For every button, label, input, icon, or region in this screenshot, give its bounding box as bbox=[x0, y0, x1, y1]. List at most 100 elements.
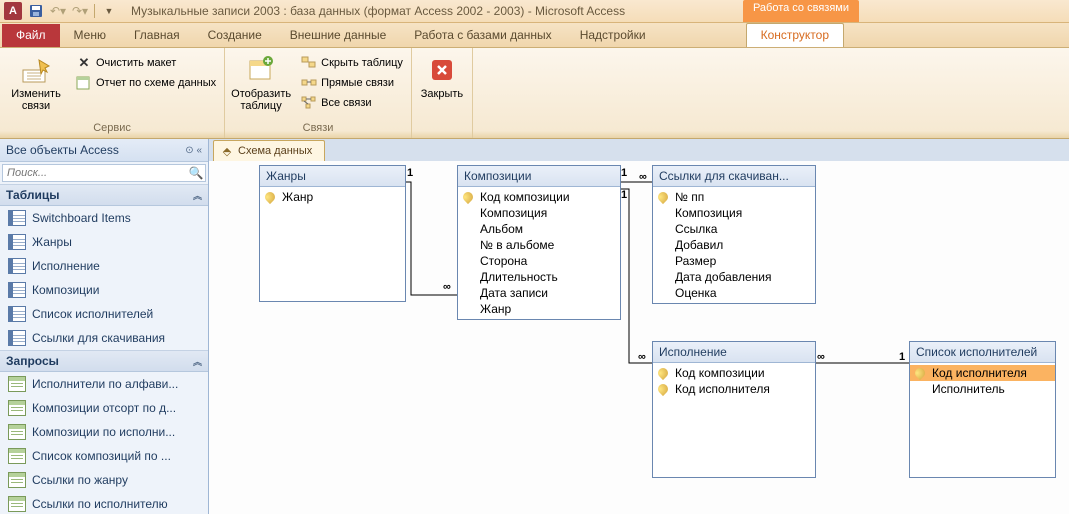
table-icon bbox=[8, 258, 26, 274]
edit-relations-button[interactable]: Изменить связи bbox=[6, 50, 66, 112]
undo-icon[interactable]: ↶▾ bbox=[48, 2, 68, 20]
nav-query-item[interactable]: Список композиций по ... bbox=[0, 444, 208, 468]
table-field[interactable]: Оценка bbox=[653, 285, 815, 301]
query-icon bbox=[8, 496, 26, 512]
nav-query-item[interactable]: Композиции отсорт по д... bbox=[0, 396, 208, 420]
nav-pane-header[interactable]: Все объекты Access ⊙ « bbox=[0, 139, 208, 162]
clear-layout-icon: ✕ bbox=[76, 55, 92, 71]
query-icon bbox=[8, 376, 26, 392]
table-field[interactable]: Код исполнителя bbox=[910, 365, 1055, 381]
nav-query-item[interactable]: Исполнители по алфави... bbox=[0, 372, 208, 396]
schema-report-icon bbox=[76, 75, 92, 91]
table-field[interactable]: Код исполнителя bbox=[653, 381, 815, 397]
close-button[interactable]: Закрыть bbox=[418, 50, 466, 100]
nav-table-item[interactable]: Композиции bbox=[0, 278, 208, 302]
app-icon: A bbox=[4, 2, 22, 20]
relationships-canvas[interactable]: 1 ∞ 1 ∞ 1 ∞ ∞ 1 Жанры Жанр Композиции Ко… bbox=[209, 161, 1069, 514]
table-field[interactable]: Дата добавления bbox=[653, 269, 815, 285]
show-table-label: Отобразить таблицу bbox=[231, 88, 291, 112]
table-performance[interactable]: Исполнение Код композицииКод исполнителя bbox=[652, 341, 816, 478]
tab-menu[interactable]: Меню bbox=[60, 24, 120, 47]
nav-table-item[interactable]: Ссылки для скачивания bbox=[0, 326, 208, 350]
table-compositions[interactable]: Композиции Код композицииКомпозицияАльбо… bbox=[457, 165, 621, 320]
table-field[interactable]: № в альбоме bbox=[458, 237, 620, 253]
table-artists[interactable]: Список исполнителей Код исполнителяИспол… bbox=[909, 341, 1056, 478]
document-area: ⬘ Схема данных 1 ∞ 1 ∞ 1 ∞ ∞ 1 Жанры Жан… bbox=[209, 139, 1069, 514]
redo-icon[interactable]: ↷▾ bbox=[70, 2, 90, 20]
direct-relations-button[interactable]: Прямые связи bbox=[299, 74, 405, 92]
table-field[interactable]: Композиция bbox=[458, 205, 620, 221]
close-label: Закрыть bbox=[421, 88, 463, 100]
table-field[interactable]: Код композиции bbox=[458, 189, 620, 205]
table-field[interactable]: Исполнитель bbox=[910, 381, 1055, 397]
nav-table-item[interactable]: Жанры bbox=[0, 230, 208, 254]
table-download-links[interactable]: Ссылки для скачиван... № ппКомпозицияСсы… bbox=[652, 165, 816, 304]
table-field[interactable]: Размер bbox=[653, 253, 815, 269]
table-icon bbox=[8, 330, 26, 346]
table-genres[interactable]: Жанры Жанр bbox=[259, 165, 406, 302]
tab-db-tools[interactable]: Работа с базами данных bbox=[400, 24, 565, 47]
nav-query-item[interactable]: Композиции по исполни... bbox=[0, 420, 208, 444]
nav-search: 🔍 bbox=[2, 164, 206, 182]
table-icon bbox=[8, 282, 26, 298]
table-field[interactable]: № пп bbox=[653, 189, 815, 205]
nav-table-item[interactable]: Исполнение bbox=[0, 254, 208, 278]
rel-many: ∞ bbox=[638, 351, 646, 363]
window-title: Музыкальные записи 2003 : база данных (ф… bbox=[131, 4, 625, 18]
rel-one: 1 bbox=[899, 351, 905, 363]
save-icon[interactable] bbox=[26, 2, 46, 20]
table-field[interactable]: Композиция bbox=[653, 205, 815, 221]
show-table-icon bbox=[245, 54, 277, 86]
tab-home[interactable]: Главная bbox=[120, 24, 194, 47]
table-field[interactable]: Сторона bbox=[458, 253, 620, 269]
direct-relations-icon bbox=[301, 75, 317, 91]
search-icon[interactable]: 🔍 bbox=[187, 165, 205, 181]
query-icon bbox=[8, 400, 26, 416]
tab-addins[interactable]: Надстройки bbox=[566, 24, 660, 47]
ribbon-group-service: Сервис bbox=[6, 122, 218, 136]
close-icon bbox=[426, 54, 458, 86]
contextual-tab-header: Работа со связями bbox=[743, 0, 859, 22]
nav-table-item[interactable]: Switchboard Items bbox=[0, 206, 208, 230]
table-field[interactable]: Добавил bbox=[653, 237, 815, 253]
navigation-pane: Все объекты Access ⊙ « 🔍 Таблицы︽ Switch… bbox=[0, 139, 209, 514]
table-field[interactable]: Альбом bbox=[458, 221, 620, 237]
table-field[interactable]: Жанр bbox=[458, 301, 620, 317]
nav-table-item[interactable]: Список исполнителей bbox=[0, 302, 208, 326]
ribbon-tabs: Файл Меню Главная Создание Внешние данны… bbox=[0, 23, 1069, 48]
doc-tab-schema[interactable]: ⬘ Схема данных bbox=[213, 140, 325, 161]
tab-file[interactable]: Файл bbox=[2, 24, 60, 47]
table-field[interactable]: Ссылка bbox=[653, 221, 815, 237]
query-icon bbox=[8, 448, 26, 464]
table-icon bbox=[8, 306, 26, 322]
query-icon bbox=[8, 472, 26, 488]
show-table-button[interactable]: Отобразить таблицу bbox=[231, 50, 291, 112]
ribbon-group-relations: Связи bbox=[231, 122, 405, 136]
tab-create[interactable]: Создание bbox=[194, 24, 276, 47]
schema-report-button[interactable]: Отчет по схеме данных bbox=[74, 74, 218, 92]
table-field[interactable]: Длительность bbox=[458, 269, 620, 285]
rel-many: ∞ bbox=[639, 171, 647, 183]
rel-one: 1 bbox=[621, 189, 627, 201]
nav-dropdown-icon[interactable]: ⊙ « bbox=[185, 145, 202, 156]
nav-group-queries[interactable]: Запросы︽ bbox=[0, 350, 208, 372]
table-field[interactable]: Жанр bbox=[260, 189, 405, 205]
qat-customize-icon[interactable]: ▼ bbox=[99, 2, 119, 20]
hide-table-button[interactable]: Скрыть таблицу bbox=[299, 54, 405, 72]
table-field[interactable]: Код композиции bbox=[653, 365, 815, 381]
all-relations-icon bbox=[301, 95, 317, 111]
all-relations-button[interactable]: Все связи bbox=[299, 94, 405, 112]
edit-relations-label: Изменить связи bbox=[6, 88, 66, 112]
tab-designer[interactable]: Конструктор bbox=[746, 23, 844, 47]
nav-group-tables[interactable]: Таблицы︽ bbox=[0, 184, 208, 206]
rel-many: ∞ bbox=[443, 281, 451, 293]
clear-layout-button[interactable]: ✕Очистить макет bbox=[74, 54, 218, 72]
edit-relations-icon bbox=[20, 54, 52, 86]
table-icon bbox=[8, 234, 26, 250]
nav-query-item[interactable]: Ссылки по жанру bbox=[0, 468, 208, 492]
table-icon bbox=[8, 210, 26, 226]
search-input[interactable] bbox=[3, 165, 187, 181]
table-field[interactable]: Дата записи bbox=[458, 285, 620, 301]
tab-external-data[interactable]: Внешние данные bbox=[276, 24, 401, 47]
chevron-up-icon: ︽ bbox=[193, 355, 202, 368]
